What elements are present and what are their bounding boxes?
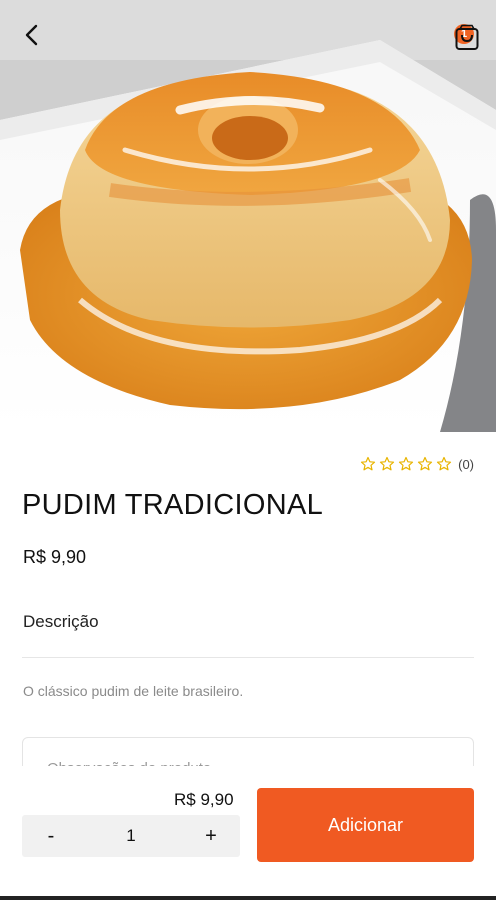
pudding-illustration: [0, 0, 496, 432]
product-price: R$ 9,90: [23, 547, 87, 567]
product-title: PUDIM TRADICIONAL: [22, 489, 324, 521]
star-empty-icon: [361, 456, 376, 471]
shopping-bag-icon: [455, 24, 479, 50]
increase-quantity-button[interactable]: +: [200, 825, 222, 848]
star-empty-icon: [399, 456, 414, 471]
description-text: O clássico pudim de leite brasileiro.: [23, 683, 244, 699]
quantity-value: 1: [126, 826, 136, 845]
product-image: 1: [0, 0, 496, 432]
add-to-cart-button[interactable]: Adicionar: [257, 788, 474, 862]
cart-button[interactable]: 1: [454, 24, 479, 50]
star-empty-icon: [418, 456, 433, 471]
rating-count: (0): [458, 456, 474, 472]
description-label: Descrição: [23, 612, 99, 631]
star-empty-icon: [437, 456, 452, 471]
rating: (0): [360, 456, 474, 472]
decrease-quantity-button[interactable]: -: [40, 825, 62, 848]
home-indicator: [0, 896, 496, 900]
quantity-stepper: - 1 +: [22, 815, 240, 857]
back-button[interactable]: [24, 24, 58, 58]
chevron-left-icon: [25, 24, 38, 46]
divider: [22, 657, 474, 658]
subtotal-price: R$ 9,90: [174, 790, 234, 809]
star-empty-icon: [380, 456, 395, 471]
